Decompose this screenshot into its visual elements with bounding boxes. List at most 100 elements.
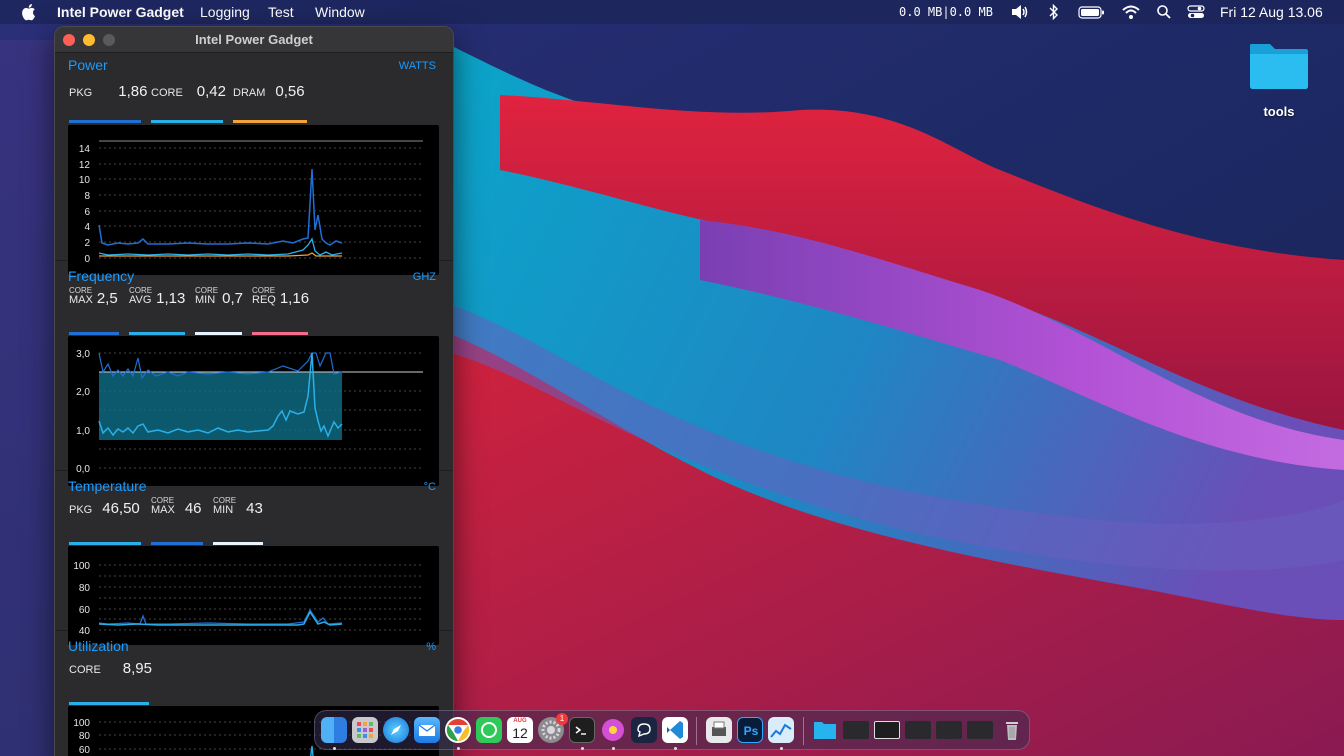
intel-power-gadget-window: Intel Power Gadget Power WATTS PKG 1,86 … [54, 26, 454, 756]
y-tick: 14 [79, 144, 91, 155]
network-monitor[interactable]: 0.0 MB|0.0 MB [899, 5, 993, 19]
notification-badge: 1 [556, 713, 568, 725]
folder-icon[interactable] [812, 717, 838, 743]
wifi-icon[interactable] [1121, 3, 1141, 21]
metric-core-max-temp: CORE MAX 46 [151, 494, 202, 517]
menu-logging[interactable]: Logging [200, 4, 250, 20]
window-thumb-1[interactable] [843, 721, 869, 739]
metric-value: 1,16 [279, 290, 310, 307]
metric-label: REQ [252, 294, 276, 306]
dock-separator [803, 717, 804, 745]
running-indicator [457, 747, 460, 750]
y-tick: 100 [73, 718, 90, 729]
metric-label: CORE [151, 87, 183, 99]
core-max-freq-underline [69, 332, 119, 335]
menu-app-name[interactable]: Intel Power Gadget [57, 4, 184, 20]
metric-value: 0,56 [275, 83, 305, 100]
chrome-icon[interactable] [445, 717, 471, 743]
y-tick: 80 [79, 583, 91, 594]
y-tick: 2,0 [76, 387, 90, 398]
window-thumb-4[interactable] [936, 721, 962, 739]
metric-value: 8,95 [122, 660, 152, 677]
metric-label: MIN [195, 294, 216, 306]
metric-core-max-freq: CORE MAX 2,5 [69, 284, 118, 307]
core-req-freq-underline [252, 332, 308, 335]
bluetooth-icon[interactable] [1048, 3, 1060, 21]
metric-label: PKG [69, 87, 93, 99]
window-thumb-3[interactable] [905, 721, 931, 739]
launchpad-icon[interactable] [352, 717, 378, 743]
metric-value: 43 [246, 500, 263, 517]
apple-icon[interactable] [22, 3, 38, 21]
calendar-icon[interactable]: AUG 12 [507, 717, 533, 743]
core-min-temp-underline [213, 542, 263, 545]
metric-value: 1,86 [118, 83, 148, 100]
system-preferences-icon[interactable]: 1 [538, 713, 568, 743]
metric-value: 46 [184, 500, 202, 517]
control-center-icon[interactable] [1187, 3, 1205, 21]
y-tick: 2 [84, 238, 90, 249]
search-icon[interactable] [1156, 3, 1172, 21]
trash-icon[interactable] [999, 717, 1025, 743]
y-tick: 12 [79, 160, 91, 171]
flower-app-icon[interactable] [600, 717, 626, 743]
desktop-folder-tools[interactable]: tools [1244, 38, 1314, 122]
temperature-unit: °C [423, 481, 436, 493]
dock: AUG 12 1 Ps [314, 710, 1030, 750]
photoshop-label: Ps [743, 724, 759, 738]
title-bar[interactable]: Intel Power Gadget [55, 27, 453, 53]
temperature-title: Temperature [68, 478, 147, 494]
power-unit: WATTS [398, 60, 436, 72]
y-tick: 3,0 [76, 349, 90, 360]
folder-label: tools [1263, 104, 1295, 119]
metric-pkg-temp: PKG 46,50 [69, 494, 140, 516]
y-tick: 8 [84, 191, 90, 202]
terminal-icon[interactable] [569, 717, 595, 743]
metric-core-req-freq: CORE REQ 1,16 [252, 284, 310, 307]
frequency-title: Frequency [68, 268, 135, 284]
y-tick: 4 [84, 222, 90, 233]
menu-window[interactable]: Window [315, 4, 365, 20]
power-chart: 14 12 10 8 6 4 2 0 [68, 125, 439, 275]
window-thumb-2[interactable] [874, 721, 900, 739]
y-tick: 1,0 [76, 426, 90, 437]
y-tick: 80 [79, 731, 91, 742]
utilization-unit: % [426, 641, 436, 653]
metric-value: 1,13 [156, 290, 186, 307]
menu-bar: Intel Power Gadget Logging Test Window 0… [0, 0, 1344, 24]
frequency-section: Frequency GHZ CORE MAX 2,5 CORE AVG 1,13 C… [55, 261, 453, 486]
power-section: Power WATTS PKG 1,86 CORE 0,42 DRAM 0,56 [55, 53, 453, 275]
metric-label: MAX [69, 294, 93, 306]
dram-power-underline [233, 120, 307, 123]
metric-label: MIN [213, 504, 234, 516]
chat-app-icon[interactable] [631, 717, 657, 743]
photoshop-icon[interactable]: Ps [737, 717, 763, 743]
clock[interactable]: Fri 12 Aug 13.06 [1220, 4, 1323, 20]
volume-icon[interactable] [1010, 3, 1030, 21]
whatsapp-icon[interactable] [476, 717, 502, 743]
running-indicator [780, 747, 783, 750]
battery-icon[interactable] [1078, 3, 1106, 21]
intel-power-gadget-icon[interactable] [768, 717, 794, 743]
core-avg-freq-underline [129, 332, 185, 335]
metric-label: MAX [151, 504, 175, 516]
preview-icon[interactable] [706, 717, 732, 743]
mail-icon[interactable] [414, 717, 440, 743]
menu-test[interactable]: Test [268, 4, 294, 20]
temperature-section: Temperature °C PKG 46,50 CORE MAX 46 CORE… [55, 471, 453, 645]
metric-label: PKG [69, 504, 93, 516]
pkg-temp-underline [69, 542, 141, 545]
metric-core-power: CORE 0,42 [151, 77, 226, 99]
safari-icon[interactable] [383, 717, 409, 743]
running-indicator [612, 747, 615, 750]
y-tick: 100 [73, 561, 90, 572]
finder-icon[interactable] [321, 717, 347, 743]
vscode-icon[interactable] [662, 717, 688, 743]
metric-label: CORE [69, 664, 101, 676]
window-thumb-5[interactable] [967, 721, 993, 739]
running-indicator [581, 747, 584, 750]
pkg-power-series [98, 168, 343, 246]
frequency-unit: GHZ [412, 271, 436, 283]
metric-value: 0,7 [222, 290, 243, 307]
calendar-month: AUG [513, 718, 527, 724]
